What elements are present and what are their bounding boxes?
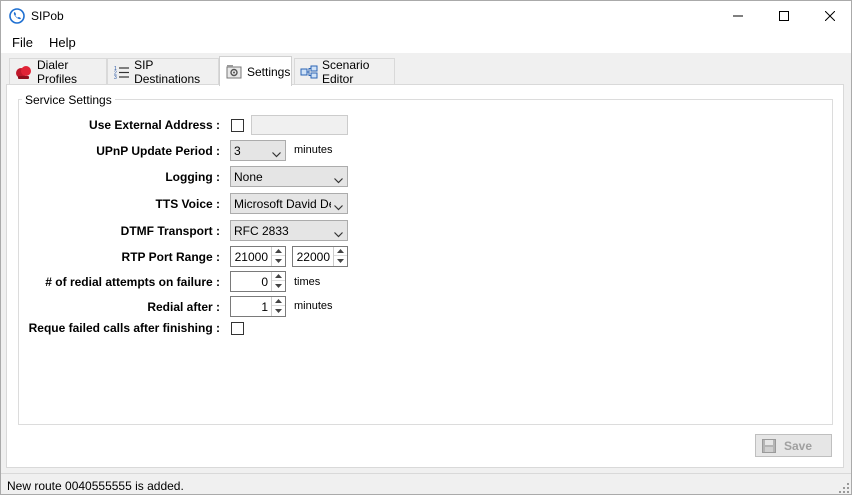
- resize-grip-icon[interactable]: [839, 482, 849, 493]
- spin-down-button[interactable]: [272, 256, 285, 265]
- spin-up-button[interactable]: [334, 247, 347, 256]
- svg-text:3: 3: [114, 75, 117, 79]
- use-external-address-label: Use External Address :: [89, 118, 220, 132]
- window-title: SIPob: [31, 9, 64, 23]
- rtp-port-to-value: 22000: [296, 250, 330, 264]
- menu-file[interactable]: File: [12, 35, 33, 50]
- rtp-port-to-stepper[interactable]: 22000: [292, 246, 348, 267]
- dialer-profiles-icon: [15, 64, 33, 80]
- phone-icon: [9, 8, 25, 24]
- triangle-up-icon: [275, 249, 282, 253]
- redial-after-label: Redial after :: [147, 300, 220, 314]
- status-bar: New route 0040555555 is added.: [1, 473, 851, 494]
- close-icon: [825, 11, 835, 21]
- rtp-port-from-value: 21000: [234, 250, 268, 264]
- spin-up-button[interactable]: [272, 272, 285, 281]
- tab-label: Settings: [247, 64, 291, 79]
- chevron-down-icon: [334, 227, 343, 241]
- save-button[interactable]: Save: [755, 434, 832, 457]
- triangle-up-icon: [337, 249, 344, 253]
- maximize-button[interactable]: [761, 1, 807, 31]
- save-label: Save: [784, 438, 813, 453]
- chevron-down-icon: [334, 173, 343, 187]
- minimize-icon: [733, 15, 743, 17]
- tts-voice-select[interactable]: Microsoft David Des: [230, 193, 348, 214]
- logging-select[interactable]: None: [230, 166, 348, 187]
- settings-page: Service Settings Use External Address : …: [6, 84, 844, 468]
- triangle-down-icon: [275, 283, 282, 288]
- tab-settings[interactable]: Settings: [219, 56, 292, 86]
- use-external-address-checkbox[interactable]: [231, 119, 244, 132]
- floppy-disk-icon: [762, 438, 776, 453]
- triangle-up-icon: [275, 274, 282, 278]
- reque-failed-label: Reque failed calls after finishing :: [28, 321, 220, 335]
- status-text: New route 0040555555 is added.: [7, 479, 184, 493]
- upnp-unit: minutes: [294, 144, 333, 156]
- tab-sip-destinations[interactable]: 1 2 3 SIP Destinations: [107, 57, 219, 86]
- redial-after-unit: minutes: [294, 300, 333, 312]
- list-icon: 1 2 3: [113, 64, 130, 80]
- app-window: SIPob File Help Dialer Profiles 1 2 3 SI…: [0, 0, 852, 495]
- spin-up-button[interactable]: [272, 247, 285, 256]
- redial-attempts-stepper[interactable]: 0: [230, 271, 286, 292]
- dtmf-transport-value: RFC 2833: [234, 224, 289, 238]
- upnp-update-period-label: UPnP Update Period :: [96, 144, 220, 158]
- maximize-icon: [779, 11, 789, 21]
- upnp-update-period-value: 3: [234, 144, 241, 158]
- triangle-up-icon: [275, 299, 282, 303]
- redial-after-value: 1: [261, 300, 268, 314]
- upnp-update-period-select[interactable]: 3: [230, 140, 286, 161]
- reque-failed-checkbox[interactable]: [231, 322, 244, 335]
- tab-label: SIP Destinations: [134, 57, 201, 86]
- rtp-port-from-stepper[interactable]: 21000: [230, 246, 286, 267]
- tts-voice-value: Microsoft David Des: [234, 197, 331, 211]
- menu-help[interactable]: Help: [49, 35, 76, 50]
- close-button[interactable]: [807, 1, 852, 31]
- tab-dialer-profiles[interactable]: Dialer Profiles: [9, 57, 107, 86]
- dtmf-transport-label: DTMF Transport :: [120, 224, 220, 238]
- tts-voice-label: TTS Voice :: [155, 197, 220, 211]
- triangle-down-icon: [275, 258, 282, 263]
- dtmf-transport-select[interactable]: RFC 2833: [230, 220, 348, 241]
- title-bar: SIPob: [1, 1, 851, 31]
- tab-strip: Dialer Profiles 1 2 3 SIP Destinations S…: [1, 53, 851, 86]
- redial-attempts-unit: times: [294, 276, 321, 288]
- settings-icon: [225, 64, 243, 80]
- rtp-port-range-label: RTP Port Range :: [121, 250, 220, 264]
- group-title: Service Settings: [22, 93, 115, 107]
- spin-down-button[interactable]: [272, 281, 285, 290]
- spin-up-button[interactable]: [272, 297, 285, 306]
- triangle-down-icon: [275, 308, 282, 313]
- minimize-button[interactable]: [715, 1, 761, 31]
- logging-value: None: [234, 170, 263, 184]
- spin-down-button[interactable]: [334, 256, 347, 265]
- spin-down-button[interactable]: [272, 306, 285, 315]
- chevron-down-icon: [272, 147, 281, 161]
- triangle-down-icon: [337, 258, 344, 263]
- tab-scenario-editor[interactable]: Scenario Editor: [294, 57, 395, 86]
- tab-label: Dialer Profiles: [37, 57, 78, 86]
- redial-after-stepper[interactable]: 1: [230, 296, 286, 317]
- menu-bar: File Help: [1, 31, 851, 53]
- external-address-field[interactable]: [251, 115, 348, 135]
- logging-label: Logging :: [165, 170, 220, 184]
- redial-attempts-value: 0: [261, 275, 268, 289]
- chevron-down-icon: [334, 200, 343, 214]
- tab-label: Scenario Editor: [322, 57, 370, 86]
- redial-attempts-label: # of redial attempts on failure :: [45, 275, 220, 289]
- scenario-editor-icon: [300, 64, 318, 80]
